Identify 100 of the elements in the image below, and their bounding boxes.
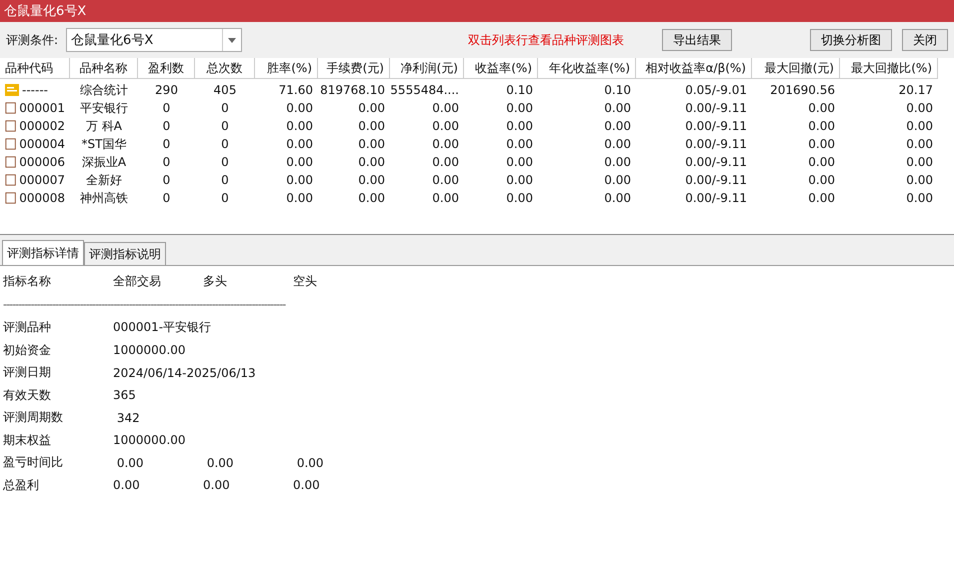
table-cell: 神州高铁 <box>80 190 128 206</box>
condition-dropdown[interactable]: 仓鼠量化6号X <box>66 28 242 52</box>
column-header[interactable]: 最大回撤(元) <box>752 58 840 79</box>
table-cell: 000008 <box>19 191 65 205</box>
table-cell: 0.00 <box>506 137 533 151</box>
table-cell: 0.00 <box>432 119 459 133</box>
column-header[interactable]: 最大回撤比(%) <box>840 58 938 79</box>
table-cell: 0.00 <box>432 137 459 151</box>
detail-label: 盈亏时间比 <box>3 454 64 472</box>
toolbar-button[interactable]: 关闭 <box>902 29 948 51</box>
table-cell: 0 <box>221 119 229 133</box>
detail-label: 评测周期数 <box>3 409 64 426</box>
table-cell: 0.00 <box>506 173 533 187</box>
table-cell: 0.00 <box>808 137 835 151</box>
table-cell: 000001 <box>19 101 65 115</box>
table-cell: 0.00 <box>506 101 533 115</box>
detail-value: 0.00 <box>206 456 235 470</box>
table-cell: 0.00 <box>604 173 631 187</box>
table-cell: 0.05/-9.01 <box>685 83 747 97</box>
detail-value: 0.00 <box>203 478 231 492</box>
table-cell: 0.00 <box>906 137 933 151</box>
table-cell: 0.00 <box>506 155 533 169</box>
table-cell: 0.00 <box>808 119 835 133</box>
detail-value: 1000000.00 <box>113 433 187 448</box>
table-cell: 0.00/-9.11 <box>685 101 747 115</box>
table-cell: 0.00 <box>808 173 835 187</box>
document-icon <box>5 101 16 115</box>
detail-label: 评测品种 <box>3 319 52 336</box>
column-header[interactable]: 收益率(%) <box>464 58 538 79</box>
table-cell: 20.17 <box>898 83 933 97</box>
table-cell: 0.00 <box>432 173 459 187</box>
window-title: 仓鼠量化6号X <box>0 0 954 22</box>
table-cell: 0.00/-9.11 <box>685 119 747 133</box>
table-cell: 0.00 <box>286 155 313 169</box>
table-cell: 深振业A <box>82 154 126 170</box>
table-cell: 0 <box>162 191 170 205</box>
detail-label: 期末权益 <box>3 432 52 449</box>
table-cell: 0 <box>221 173 229 187</box>
condition-label: 评测条件: <box>6 32 58 48</box>
table-cell: 0.00 <box>358 173 385 187</box>
detail-value: 2024/06/14-2025/06/13 <box>113 366 257 380</box>
table-cell: 0 <box>162 155 170 169</box>
table-cell: 000006 <box>19 155 65 169</box>
table-cell: 0.10 <box>506 83 533 97</box>
column-header[interactable]: 净利润(元) <box>390 58 464 79</box>
table-cell: 201690.56 <box>770 83 835 97</box>
table-cell: 0.00 <box>358 119 385 133</box>
separator-text: -------------------------------------------------------------------------------------------- <box>3 297 287 313</box>
detail-header: 空头 <box>293 272 318 290</box>
table-cell: 0 <box>221 101 229 115</box>
table-cell: 0 <box>162 119 170 133</box>
table-cell: ------ <box>22 83 48 97</box>
toolbar-button[interactable]: 切换分析图 <box>810 29 892 51</box>
detail-label: 评测日期 <box>3 364 52 382</box>
table-cell: 405 <box>214 83 236 97</box>
column-header[interactable]: 品种名称 <box>70 58 138 79</box>
column-header[interactable]: 胜率(%) <box>255 58 318 79</box>
column-header[interactable]: 手续费(元) <box>318 58 390 79</box>
column-header[interactable]: 盈利数 <box>138 58 195 79</box>
detail-value: 000001-平安银行 <box>113 319 212 336</box>
table-cell: 000002 <box>19 119 65 133</box>
document-icon <box>5 137 16 151</box>
toolbar-button[interactable]: 导出结果 <box>662 29 732 51</box>
table-cell: 819768.10 <box>320 83 385 97</box>
table-cell: 0.00 <box>604 155 631 169</box>
table-cell: *ST国华 <box>82 136 126 152</box>
table-cell: 0.00 <box>286 173 313 187</box>
document-icon <box>5 155 16 169</box>
detail-label: 有效天数 <box>3 386 52 404</box>
column-header[interactable]: 品种代码 <box>0 58 70 79</box>
table-cell: 0.00 <box>808 191 835 205</box>
table-cell: 290 <box>155 83 178 97</box>
column-header[interactable]: 相对收益率α/β(%) <box>636 58 752 79</box>
table-cell: 0.00 <box>286 137 313 151</box>
table-cell: 0 <box>162 173 170 187</box>
table-cell: 万 科A <box>86 118 122 134</box>
table-cell: 0.00/-9.11 <box>685 155 747 169</box>
document-icon <box>5 173 16 187</box>
detail-header: 指标名称 <box>3 272 52 290</box>
table-cell: 0.10 <box>604 83 631 97</box>
table-cell: 0.00 <box>604 191 631 205</box>
table-cell: 0.00/-9.11 <box>685 173 747 187</box>
document-icon <box>5 119 16 133</box>
column-header[interactable]: 总次数 <box>195 58 255 79</box>
detail-header: 多头 <box>203 272 228 290</box>
tab[interactable]: 评测指标说明 <box>84 242 166 265</box>
table-cell: 0.00 <box>358 137 385 151</box>
table-cell: 0 <box>162 101 170 115</box>
table-cell: 0 <box>221 155 229 169</box>
table-cell: 000007 <box>19 173 65 187</box>
table-cell: 0.00 <box>358 155 385 169</box>
table-cell: 0 <box>221 137 229 151</box>
table-cell: 0.00 <box>358 191 385 205</box>
detail-value: 1000000.00 <box>113 343 187 358</box>
table-cell: 000004 <box>19 137 65 151</box>
tab[interactable]: 评测指标详情 <box>2 240 84 265</box>
table-cell: 综合统计 <box>80 82 128 98</box>
folder-icon <box>5 84 19 96</box>
column-header[interactable]: 年化收益率(%) <box>538 58 636 79</box>
detail-label: 初始资金 <box>3 342 52 359</box>
